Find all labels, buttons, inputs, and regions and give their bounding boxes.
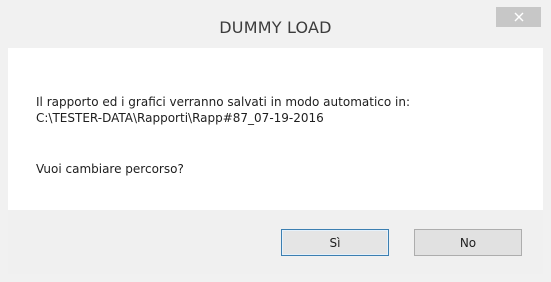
title-bar[interactable]: DUMMY LOAD xyxy=(0,0,551,48)
dialog-content: Il rapporto ed i grafici verranno salvat… xyxy=(8,48,543,210)
message-line-1: Il rapporto ed i grafici verranno salvat… xyxy=(36,95,411,109)
message-text: Il rapporto ed i grafici verranno salvat… xyxy=(36,94,410,126)
question-text: Vuoi cambiare percorso? xyxy=(36,162,184,176)
window-title: DUMMY LOAD xyxy=(219,18,332,37)
close-button[interactable] xyxy=(496,7,541,27)
no-button[interactable]: No xyxy=(414,229,522,256)
yes-button[interactable]: Sì xyxy=(281,229,389,256)
dialog-window: DUMMY LOAD Il rapporto ed i grafici verr… xyxy=(0,0,551,282)
close-icon xyxy=(514,12,523,22)
button-bar: Sì No xyxy=(8,210,543,274)
message-path: C:\TESTER-DATA\Rapporti\Rapp#87_07-19-20… xyxy=(36,111,324,125)
